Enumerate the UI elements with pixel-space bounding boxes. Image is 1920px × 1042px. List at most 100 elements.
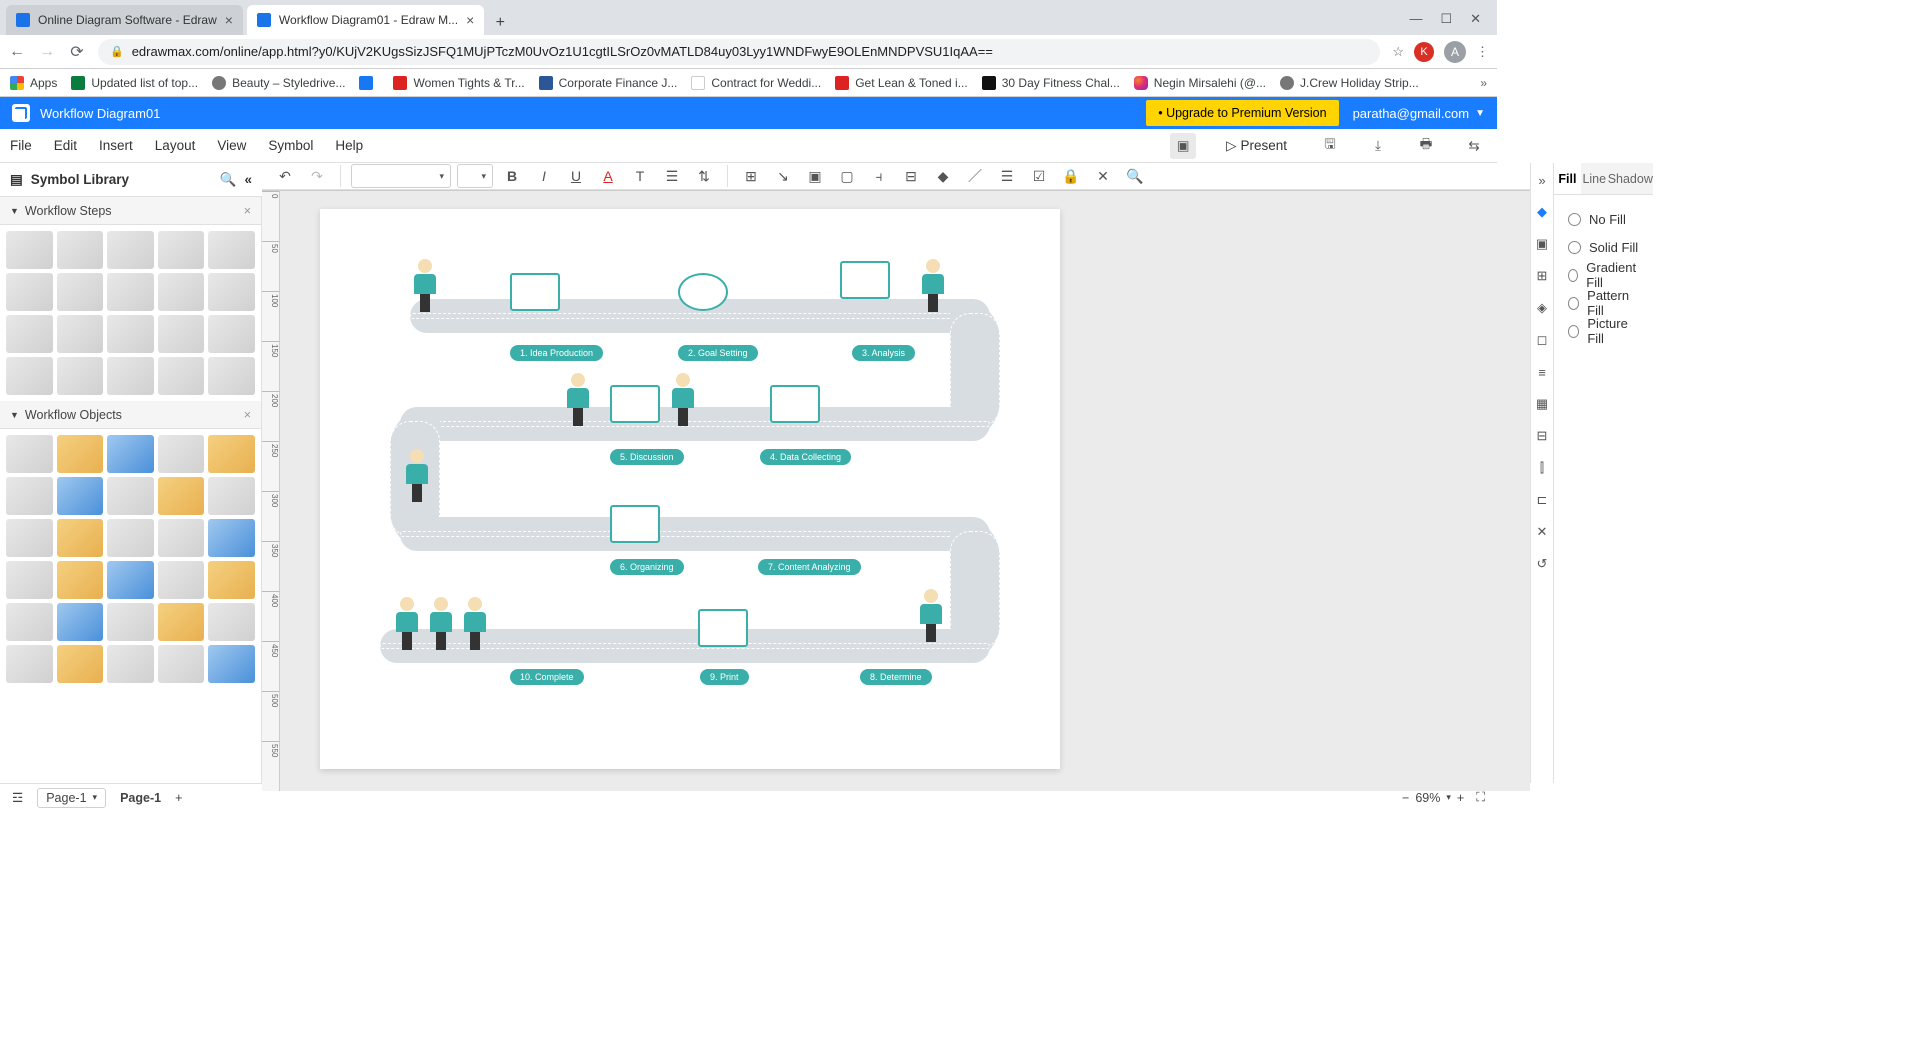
line-spacing-icon[interactable]: ⇅ <box>691 163 717 189</box>
bookmarks-overflow-icon[interactable]: » <box>1480 76 1487 90</box>
underline-icon[interactable]: U <box>563 163 589 189</box>
bookmark-item[interactable]: Get Lean & Toned i... <box>835 76 968 90</box>
history-icon[interactable]: ↺ <box>1531 553 1553 575</box>
bookmark-item[interactable]: Corporate Finance J... <box>539 76 678 90</box>
workflow-step-label[interactable]: 3. Analysis <box>852 345 915 361</box>
bookmark-item[interactable]: Contract for Weddi... <box>691 76 821 90</box>
symbol-item[interactable] <box>57 435 104 473</box>
symbol-item[interactable] <box>107 603 154 641</box>
browser-menu-icon[interactable]: ⋮ <box>1476 44 1489 60</box>
bookmark-item[interactable]: 30 Day Fitness Chal... <box>982 76 1120 90</box>
symbol-item[interactable] <box>107 561 154 599</box>
workflow-step-label[interactable]: 7. Content Analyzing <box>758 559 861 575</box>
symbol-item[interactable] <box>57 477 104 515</box>
symbol-item[interactable] <box>208 477 255 515</box>
print-icon[interactable]: 🖶 <box>1413 133 1439 159</box>
align-objects-icon[interactable]: ⫞ <box>866 163 892 189</box>
workflow-step-label[interactable]: 10. Complete <box>510 669 584 685</box>
export-icon[interactable]: ⤓ <box>1365 133 1391 159</box>
symbol-item[interactable] <box>208 561 255 599</box>
symbol-item[interactable] <box>158 477 205 515</box>
symbol-item[interactable] <box>107 477 154 515</box>
symbol-item[interactable] <box>208 357 255 395</box>
ruler-tool-icon[interactable]: ⊏ <box>1531 489 1553 511</box>
window-close-icon[interactable]: ✕ <box>1470 11 1481 27</box>
distribute-icon[interactable]: ⊟ <box>898 163 924 189</box>
bookmark-item[interactable]: Beauty – Styledrive... <box>212 76 345 90</box>
undo-icon[interactable]: ↶ <box>272 163 298 189</box>
close-category-icon[interactable]: × <box>244 204 251 218</box>
upgrade-button[interactable]: • Upgrade to Premium Version <box>1146 100 1338 126</box>
tab-fill[interactable]: Fill <box>1554 163 1581 194</box>
hierarchy-icon[interactable]: ⊟ <box>1531 425 1553 447</box>
symbol-item[interactable] <box>57 561 104 599</box>
symbol-item[interactable] <box>6 477 53 515</box>
tools-icon[interactable]: ✕ <box>1090 163 1116 189</box>
symbol-category-header[interactable]: ▼ Workflow Steps × <box>0 197 261 225</box>
line-style-icon[interactable]: ☰ <box>994 163 1020 189</box>
collapse-panel-icon[interactable]: « <box>244 172 252 187</box>
pages-view-icon[interactable]: ☲ <box>12 790 23 805</box>
star-icon[interactable]: ☆ <box>1392 44 1404 60</box>
align-icon[interactable]: ☰ <box>659 163 685 189</box>
menu-file[interactable]: File <box>10 138 32 153</box>
url-input[interactable]: 🔒 edrawmax.com/online/app.html?y0/KUjV2K… <box>98 39 1380 65</box>
symbol-item[interactable] <box>158 519 205 557</box>
symbol-item[interactable] <box>158 315 205 353</box>
diagram-page[interactable]: 1. Idea Production 2. Goal Setting 3. Anal… <box>320 209 1060 769</box>
tab-shadow[interactable]: Shadow <box>1608 163 1653 194</box>
symbol-item[interactable] <box>208 603 255 641</box>
browser-tab[interactable]: Online Diagram Software - Edraw × <box>6 5 243 35</box>
symbol-item[interactable] <box>208 273 255 311</box>
symbol-item[interactable] <box>158 561 205 599</box>
image-tool-icon[interactable]: ▣ <box>1531 233 1553 255</box>
forward-icon[interactable]: → <box>38 43 56 61</box>
zoom-in-icon[interactable]: + <box>1457 791 1464 805</box>
tab-close-icon[interactable]: × <box>225 12 233 28</box>
picture-icon[interactable]: ▦ <box>1531 393 1553 415</box>
symbol-item[interactable] <box>6 519 53 557</box>
layers-icon[interactable]: ◈ <box>1531 297 1553 319</box>
font-color-icon[interactable]: A <box>595 163 621 189</box>
symbol-item[interactable] <box>6 315 53 353</box>
profile-avatar[interactable]: A <box>1444 41 1466 63</box>
symbol-item[interactable] <box>208 315 255 353</box>
fill-option[interactable]: No Fill <box>1568 205 1639 233</box>
fill-option[interactable]: Picture Fill <box>1568 317 1639 345</box>
symbol-item[interactable] <box>158 603 205 641</box>
symbol-item[interactable] <box>6 273 53 311</box>
symbol-item[interactable] <box>57 519 104 557</box>
symbol-item[interactable] <box>158 273 205 311</box>
symbol-item[interactable] <box>107 435 154 473</box>
share-icon[interactable]: ⇆ <box>1461 133 1487 159</box>
fill-bucket-icon[interactable]: ◆ <box>930 163 956 189</box>
symbol-item[interactable] <box>107 645 154 683</box>
shuffle-icon[interactable]: ✕ <box>1531 521 1553 543</box>
window-minimize-icon[interactable]: — <box>1409 11 1422 27</box>
symbol-item[interactable] <box>158 231 205 269</box>
symbol-item[interactable] <box>57 231 104 269</box>
symbol-item[interactable] <box>158 645 205 683</box>
back-icon[interactable]: ← <box>8 43 26 61</box>
symbol-item[interactable] <box>57 603 104 641</box>
database-icon[interactable]: ≡ <box>1531 361 1553 383</box>
menu-symbol[interactable]: Symbol <box>268 138 313 153</box>
present-button[interactable]: ▷Present <box>1218 133 1295 159</box>
user-menu[interactable]: paratha@gmail.com ▼ <box>1353 106 1485 121</box>
line-color-icon[interactable]: ／ <box>962 163 988 189</box>
symbol-item[interactable] <box>208 645 255 683</box>
symbol-item[interactable] <box>208 231 255 269</box>
reload-icon[interactable]: ⟳ <box>68 42 86 62</box>
symbol-item[interactable] <box>6 645 53 683</box>
menu-layout[interactable]: Layout <box>155 138 196 153</box>
workflow-step-label[interactable]: 1. Idea Production <box>510 345 603 361</box>
workflow-step-label[interactable]: 2. Goal Setting <box>678 345 758 361</box>
fill-option[interactable]: Pattern Fill <box>1568 289 1639 317</box>
page-tab[interactable]: Page-1 <box>120 791 161 805</box>
fill-tool-icon[interactable]: ◆ <box>1531 201 1553 223</box>
symbol-item[interactable] <box>107 357 154 395</box>
page-select[interactable]: Page-1 ▾ <box>37 788 106 808</box>
symbol-category-header[interactable]: ▼ Workflow Objects × <box>0 401 261 429</box>
extension-k-icon[interactable]: K <box>1414 42 1434 62</box>
expand-panel-icon[interactable]: » <box>1531 169 1553 191</box>
